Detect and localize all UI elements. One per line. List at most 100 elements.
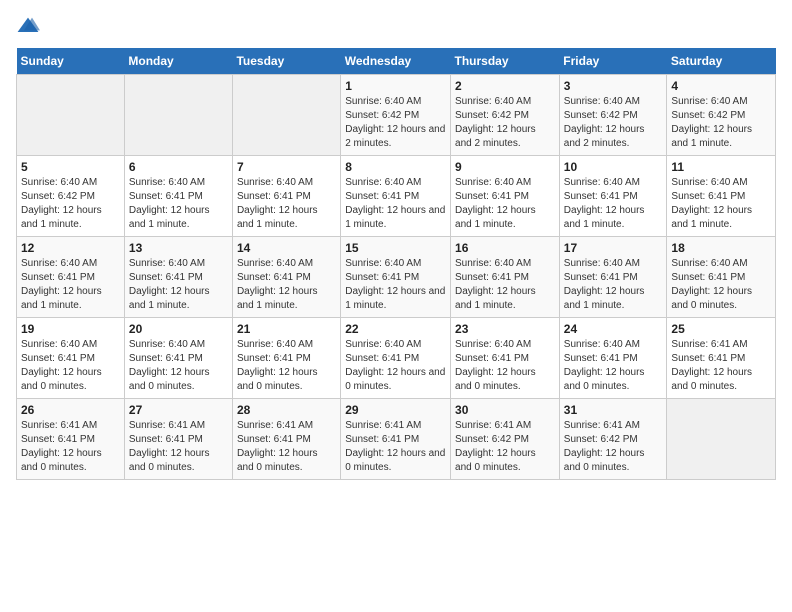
calendar-cell: 21 Sunrise: 6:40 AM Sunset: 6:41 PM Dayli… (232, 318, 340, 399)
day-number: 8 (345, 160, 446, 174)
calendar-table: SundayMondayTuesdayWednesdayThursdayFrid… (16, 48, 776, 480)
day-info: Sunrise: 6:40 AM Sunset: 6:41 PM Dayligh… (21, 338, 120, 394)
day-info: Sunrise: 6:40 AM Sunset: 6:41 PM Dayligh… (345, 176, 446, 232)
day-info: Sunrise: 6:40 AM Sunset: 6:41 PM Dayligh… (345, 257, 446, 313)
calendar-cell: 3 Sunrise: 6:40 AM Sunset: 6:42 PM Daylig… (559, 75, 667, 156)
day-number: 4 (671, 79, 771, 93)
calendar-cell: 14 Sunrise: 6:40 AM Sunset: 6:41 PM Dayli… (232, 237, 340, 318)
day-number: 29 (345, 403, 446, 417)
day-info: Sunrise: 6:40 AM Sunset: 6:42 PM Dayligh… (564, 95, 663, 151)
day-number: 23 (455, 322, 555, 336)
day-info: Sunrise: 6:40 AM Sunset: 6:41 PM Dayligh… (237, 257, 336, 313)
calendar-cell: 10Sunrise: 6:40 AM Sunset: 6:41 PM Dayli… (559, 156, 667, 237)
week-row-5: 26 Sunrise: 6:41 AM Sunset: 6:41 PM Dayli… (17, 399, 776, 480)
day-number: 6 (129, 160, 228, 174)
day-info: Sunrise: 6:40 AM Sunset: 6:42 PM Dayligh… (671, 95, 771, 151)
day-info: Sunrise: 6:41 AM Sunset: 6:41 PM Dayligh… (237, 419, 336, 475)
day-info: Sunrise: 6:40 AM Sunset: 6:41 PM Dayligh… (564, 257, 663, 313)
calendar-cell: 20 Sunrise: 6:40 AM Sunset: 6:41 PM Dayli… (124, 318, 232, 399)
day-info: Sunrise: 6:40 AM Sunset: 6:41 PM Dayligh… (455, 176, 555, 232)
day-info: Sunrise: 6:40 AM Sunset: 6:41 PM Dayligh… (237, 176, 336, 232)
calendar-cell: 12 Sunrise: 6:40 AM Sunset: 6:41 PM Dayli… (17, 237, 125, 318)
week-row-4: 19Sunrise: 6:40 AM Sunset: 6:41 PM Dayli… (17, 318, 776, 399)
calendar-cell: 9 Sunrise: 6:40 AM Sunset: 6:41 PM Daylig… (451, 156, 560, 237)
day-number: 22 (345, 322, 446, 336)
day-info: Sunrise: 6:40 AM Sunset: 6:41 PM Dayligh… (129, 176, 228, 232)
day-number: 11 (671, 160, 771, 174)
day-number: 9 (455, 160, 555, 174)
calendar-cell: 27Sunrise: 6:41 AM Sunset: 6:41 PM Dayli… (124, 399, 232, 480)
day-info: Sunrise: 6:40 AM Sunset: 6:42 PM Dayligh… (455, 95, 555, 151)
day-number: 14 (237, 241, 336, 255)
day-number: 5 (21, 160, 120, 174)
week-row-2: 5 Sunrise: 6:40 AM Sunset: 6:42 PM Daylig… (17, 156, 776, 237)
calendar-cell: 23 Sunrise: 6:40 AM Sunset: 6:41 PM Dayli… (451, 318, 560, 399)
day-info: Sunrise: 6:41 AM Sunset: 6:41 PM Dayligh… (671, 338, 771, 394)
day-info: Sunrise: 6:40 AM Sunset: 6:41 PM Dayligh… (455, 257, 555, 313)
calendar-cell: 13 Sunrise: 6:40 AM Sunset: 6:41 PM Dayli… (124, 237, 232, 318)
calendar-cell: 11Sunrise: 6:40 AM Sunset: 6:41 PM Dayli… (667, 156, 776, 237)
calendar-cell: 29 Sunrise: 6:41 AM Sunset: 6:41 PM Dayli… (341, 399, 451, 480)
day-number: 21 (237, 322, 336, 336)
calendar-cell: 1 Sunrise: 6:40 AM Sunset: 6:42 PM Daylig… (341, 75, 451, 156)
calendar-cell: 4 Sunrise: 6:40 AM Sunset: 6:42 PM Daylig… (667, 75, 776, 156)
day-number: 1 (345, 79, 446, 93)
day-number: 20 (129, 322, 228, 336)
day-info: Sunrise: 6:40 AM Sunset: 6:41 PM Dayligh… (564, 338, 663, 394)
week-row-1: 1 Sunrise: 6:40 AM Sunset: 6:42 PM Daylig… (17, 75, 776, 156)
day-number: 17 (564, 241, 663, 255)
day-info: Sunrise: 6:40 AM Sunset: 6:41 PM Dayligh… (237, 338, 336, 394)
calendar-cell: 15 Sunrise: 6:40 AM Sunset: 6:41 PM Dayli… (341, 237, 451, 318)
calendar-cell: 7 Sunrise: 6:40 AM Sunset: 6:41 PM Daylig… (232, 156, 340, 237)
calendar-cell: 2Sunrise: 6:40 AM Sunset: 6:42 PM Daylig… (451, 75, 560, 156)
calendar-cell (124, 75, 232, 156)
weekday-header-row: SundayMondayTuesdayWednesdayThursdayFrid… (17, 48, 776, 75)
day-info: Sunrise: 6:40 AM Sunset: 6:41 PM Dayligh… (129, 257, 228, 313)
calendar-cell (667, 399, 776, 480)
day-info: Sunrise: 6:40 AM Sunset: 6:41 PM Dayligh… (21, 257, 120, 313)
calendar-cell: 30 Sunrise: 6:41 AM Sunset: 6:42 PM Dayli… (451, 399, 560, 480)
logo-icon (16, 16, 40, 36)
weekday-header-tuesday: Tuesday (232, 48, 340, 75)
calendar-cell: 6 Sunrise: 6:40 AM Sunset: 6:41 PM Daylig… (124, 156, 232, 237)
day-number: 26 (21, 403, 120, 417)
day-number: 7 (237, 160, 336, 174)
week-row-3: 12 Sunrise: 6:40 AM Sunset: 6:41 PM Dayli… (17, 237, 776, 318)
calendar-cell (232, 75, 340, 156)
weekday-header-saturday: Saturday (667, 48, 776, 75)
calendar-cell (17, 75, 125, 156)
calendar-cell: 16 Sunrise: 6:40 AM Sunset: 6:41 PM Dayli… (451, 237, 560, 318)
day-info: Sunrise: 6:40 AM Sunset: 6:42 PM Dayligh… (345, 95, 446, 151)
day-info: Sunrise: 6:41 AM Sunset: 6:42 PM Dayligh… (564, 419, 663, 475)
calendar-cell: 26 Sunrise: 6:41 AM Sunset: 6:41 PM Dayli… (17, 399, 125, 480)
logo (16, 16, 44, 36)
day-number: 12 (21, 241, 120, 255)
weekday-header-thursday: Thursday (451, 48, 560, 75)
calendar-cell: 25Sunrise: 6:41 AM Sunset: 6:41 PM Dayli… (667, 318, 776, 399)
day-info: Sunrise: 6:41 AM Sunset: 6:41 PM Dayligh… (345, 419, 446, 475)
day-info: Sunrise: 6:41 AM Sunset: 6:42 PM Dayligh… (455, 419, 555, 475)
day-number: 24 (564, 322, 663, 336)
day-number: 18 (671, 241, 771, 255)
day-info: Sunrise: 6:40 AM Sunset: 6:41 PM Dayligh… (455, 338, 555, 394)
day-number: 15 (345, 241, 446, 255)
day-number: 13 (129, 241, 228, 255)
calendar-cell: 18 Sunrise: 6:40 AM Sunset: 6:41 PM Dayli… (667, 237, 776, 318)
day-info: Sunrise: 6:40 AM Sunset: 6:41 PM Dayligh… (345, 338, 446, 394)
calendar-cell: 8 Sunrise: 6:40 AM Sunset: 6:41 PM Daylig… (341, 156, 451, 237)
calendar-cell: 5 Sunrise: 6:40 AM Sunset: 6:42 PM Daylig… (17, 156, 125, 237)
day-info: Sunrise: 6:41 AM Sunset: 6:41 PM Dayligh… (129, 419, 228, 475)
day-info: Sunrise: 6:41 AM Sunset: 6:41 PM Dayligh… (21, 419, 120, 475)
day-number: 30 (455, 403, 555, 417)
day-info: Sunrise: 6:40 AM Sunset: 6:41 PM Dayligh… (564, 176, 663, 232)
day-info: Sunrise: 6:40 AM Sunset: 6:41 PM Dayligh… (671, 257, 771, 313)
day-info: Sunrise: 6:40 AM Sunset: 6:41 PM Dayligh… (129, 338, 228, 394)
calendar-cell: 28Sunrise: 6:41 AM Sunset: 6:41 PM Dayli… (232, 399, 340, 480)
day-number: 16 (455, 241, 555, 255)
weekday-header-friday: Friday (559, 48, 667, 75)
day-number: 3 (564, 79, 663, 93)
day-info: Sunrise: 6:40 AM Sunset: 6:42 PM Dayligh… (21, 176, 120, 232)
calendar-cell: 24 Sunrise: 6:40 AM Sunset: 6:41 PM Dayli… (559, 318, 667, 399)
weekday-header-wednesday: Wednesday (341, 48, 451, 75)
header (16, 16, 776, 36)
